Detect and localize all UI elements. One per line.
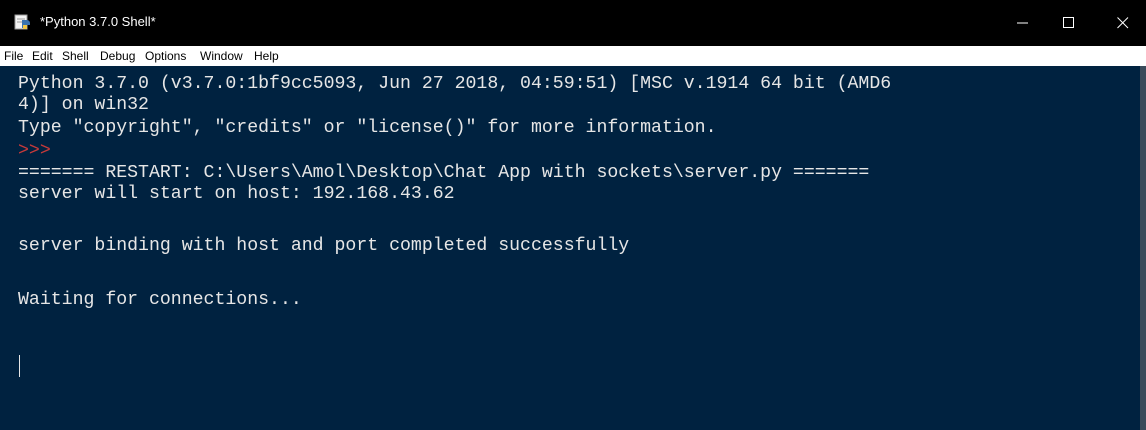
menu-file[interactable]: File xyxy=(4,49,23,63)
vertical-scrollbar[interactable] xyxy=(1140,66,1146,430)
shell-text-area[interactable]: Python 3.7.0 (v3.7.0:1bf9cc5093, Jun 27 … xyxy=(0,66,1146,430)
shell-line-restart: ======= RESTART: C:\Users\Amol\Desktop\C… xyxy=(18,163,870,183)
menu-shell[interactable]: Shell xyxy=(62,49,89,63)
shell-line-banner-2: 4)] on win32 xyxy=(18,95,149,115)
maximize-button[interactable] xyxy=(1046,0,1092,46)
minimize-button[interactable] xyxy=(1000,0,1046,46)
python-idle-icon xyxy=(14,14,30,30)
shell-line-waiting: Waiting for connections... xyxy=(18,290,302,310)
menu-help[interactable]: Help xyxy=(254,49,279,63)
menu-edit[interactable]: Edit xyxy=(32,49,53,63)
shell-prompt: >>> xyxy=(18,141,62,161)
minimize-icon xyxy=(1017,22,1028,24)
maximize-icon xyxy=(1063,17,1074,28)
menu-debug[interactable]: Debug xyxy=(100,49,135,63)
shell-line-info: Type "copyright", "credits" or "license(… xyxy=(18,118,717,138)
idle-shell-window: *Python 3.7.0 Shell* File Edit Shell Deb… xyxy=(0,0,1146,430)
menu-options[interactable]: Options xyxy=(145,49,186,63)
title-bar[interactable]: *Python 3.7.0 Shell* xyxy=(0,0,1146,46)
window-title: *Python 3.7.0 Shell* xyxy=(40,14,156,29)
text-cursor xyxy=(19,355,20,377)
close-button[interactable] xyxy=(1100,0,1146,46)
close-icon xyxy=(1117,17,1129,29)
shell-line-host: server will start on host: 192.168.43.62 xyxy=(18,184,455,204)
shell-line-banner-1: Python 3.7.0 (v3.7.0:1bf9cc5093, Jun 27 … xyxy=(18,74,892,94)
shell-line-binding: server binding with host and port comple… xyxy=(18,236,630,256)
menu-window[interactable]: Window xyxy=(200,49,243,63)
menu-bar: File Edit Shell Debug Options Window Hel… xyxy=(0,46,1146,67)
